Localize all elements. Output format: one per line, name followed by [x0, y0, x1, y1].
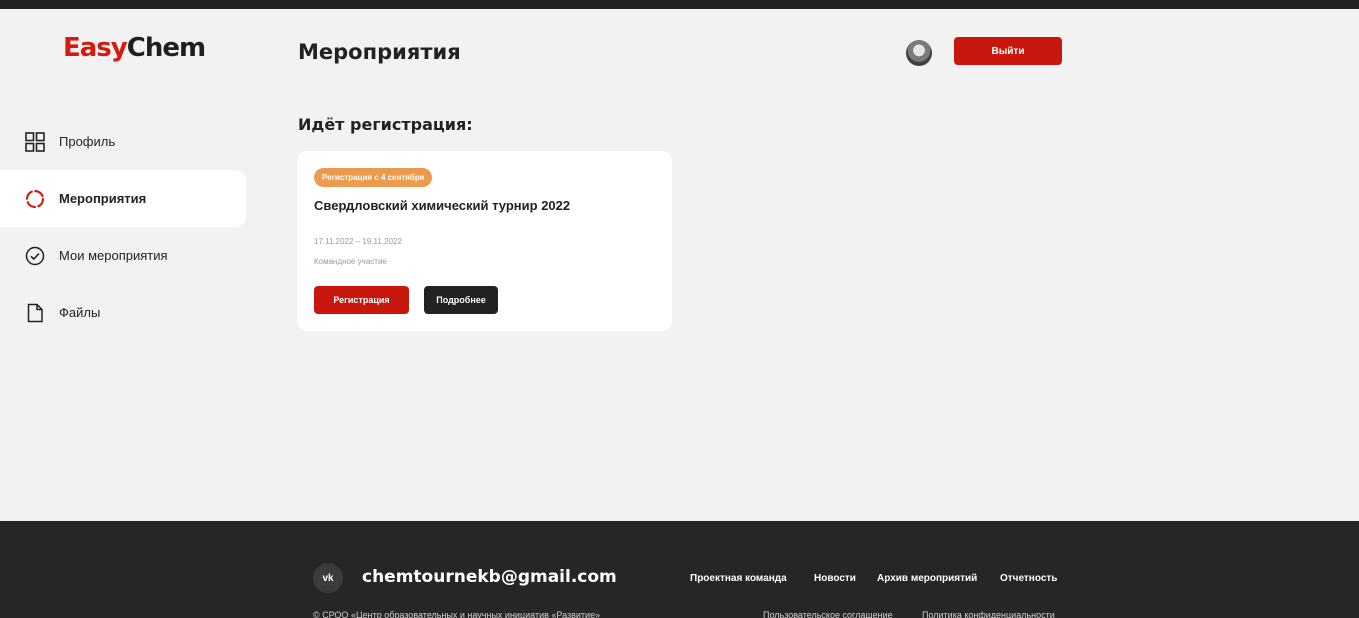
footer-link-user-agreement[interactable]: Пользовательское соглашение: [763, 610, 893, 618]
file-icon: [25, 303, 45, 323]
event-title: Свердловский химический турнир 2022: [314, 198, 571, 213]
avatar[interactable]: [906, 40, 932, 66]
check-circle-icon: [25, 246, 45, 266]
event-dates: 17.11.2022 – 19.11.2022: [314, 237, 402, 246]
sidebar-item-events[interactable]: Мероприятия: [0, 170, 246, 227]
easychem-logo[interactable]: EasyChem: [63, 33, 206, 63]
registration-badge: Регистрация с 4 сентября: [314, 168, 433, 187]
footer-copyright: © СРОО «Центр образовательных и научных …: [313, 610, 601, 618]
event-participation: Командное участие: [314, 257, 387, 266]
footer: vk chemtournekb@gmail.com Проектная кома…: [0, 521, 1359, 618]
details-button[interactable]: Подробнее: [424, 286, 498, 314]
sidebar-item-label: Файлы: [59, 305, 101, 320]
sidebar-item-profile[interactable]: Профиль: [0, 113, 246, 170]
footer-link-privacy-policy[interactable]: Политика конфиденциальности: [922, 610, 1055, 618]
footer-link-team[interactable]: Проектная команда: [690, 573, 787, 584]
sidebar-item-files[interactable]: Файлы: [0, 284, 246, 341]
register-button[interactable]: Регистрация: [314, 286, 409, 314]
sidebar-item-label: Мои мероприятия: [59, 248, 168, 263]
footer-email[interactable]: chemtournekb@gmail.com: [362, 567, 617, 587]
footer-link-news[interactable]: Новости: [814, 573, 856, 584]
footer-link-archive[interactable]: Архив мероприятий: [877, 573, 977, 584]
section-title: Идёт регистрация:: [298, 115, 473, 134]
grid-icon: [25, 131, 45, 152]
page-title: Мероприятия: [298, 40, 461, 64]
top-border: [0, 0, 1359, 9]
sidebar-item-label: Профиль: [59, 134, 116, 149]
logout-button[interactable]: Выйти: [954, 37, 1062, 65]
spinner-icon: [25, 189, 45, 209]
vk-icon[interactable]: vk: [313, 563, 343, 593]
event-card: Регистрация с 4 сентября Свердловский хи…: [297, 151, 672, 331]
sidebar-item-my-events[interactable]: Мои мероприятия: [0, 227, 246, 284]
footer-link-reports[interactable]: Отчетность: [1000, 573, 1057, 584]
sidebar-item-label: Мероприятия: [59, 191, 147, 206]
